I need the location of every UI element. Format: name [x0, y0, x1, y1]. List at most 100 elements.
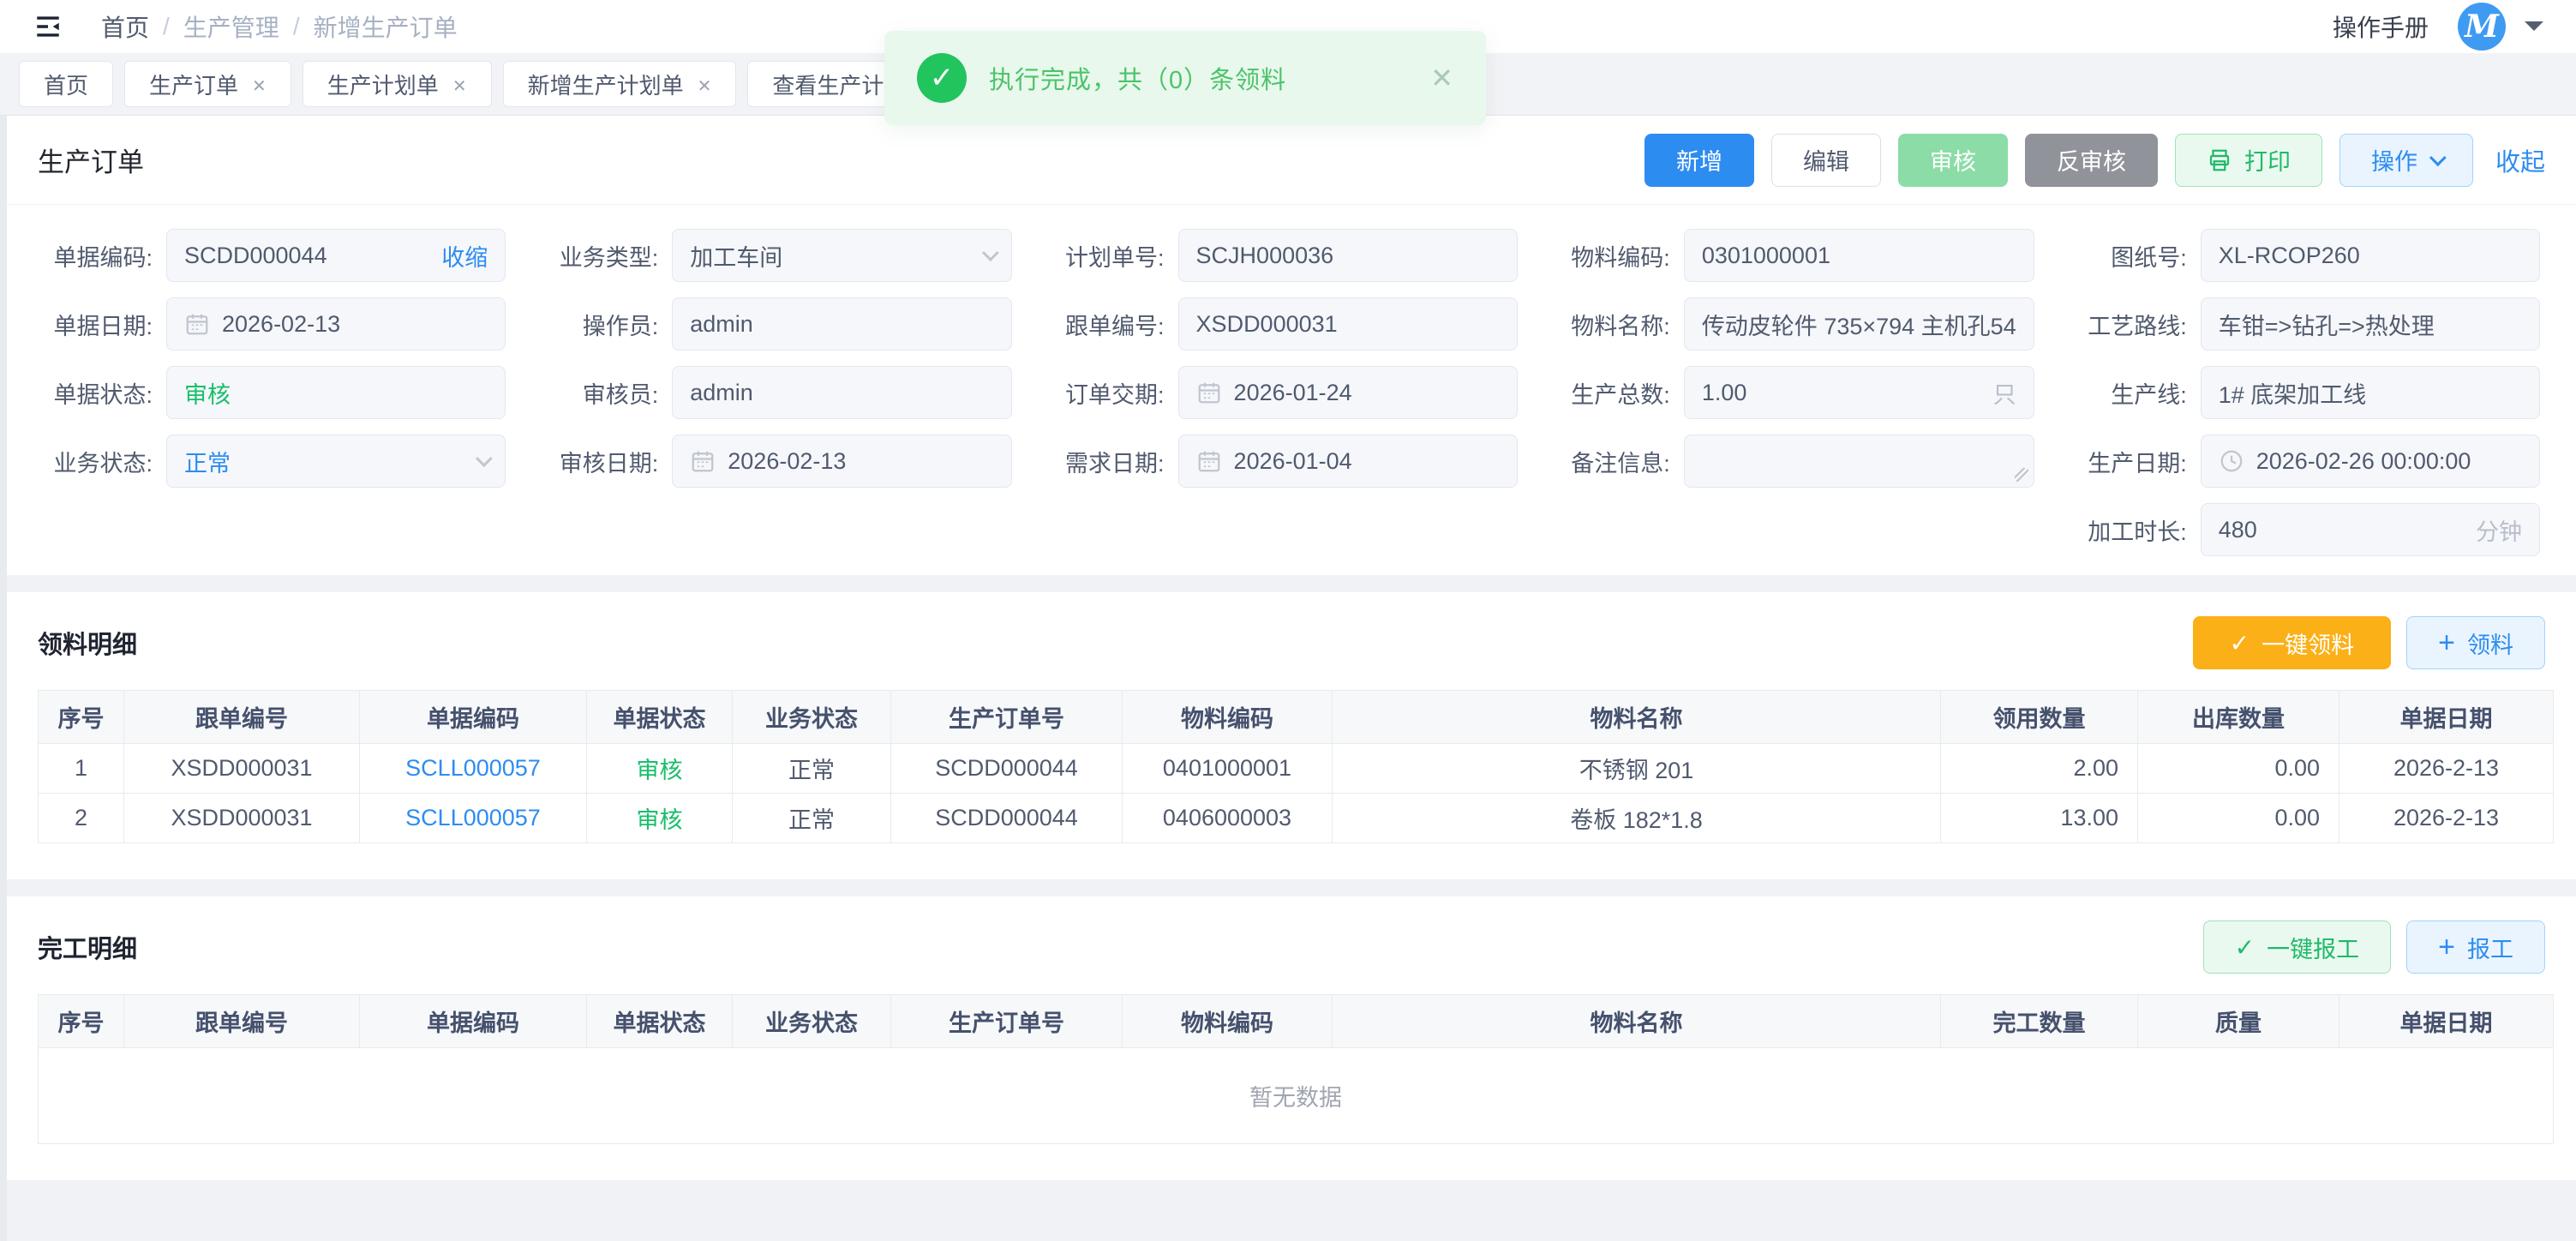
field-label: 计划单号:	[1048, 239, 1178, 273]
table-cell: 2026-2-13	[2339, 744, 2554, 794]
one-click-report-button[interactable]: 一键报工	[2203, 920, 2391, 974]
form-field-operator: 操作员:admin	[542, 294, 1011, 354]
process-route-input[interactable]: 车钳=>钻孔=>热处理	[2201, 297, 2540, 351]
order-due-date-input[interactable]: 2026-01-24	[1178, 366, 1518, 419]
print-button[interactable]: 打印	[2175, 134, 2322, 187]
auditor-input[interactable]: admin	[672, 366, 1011, 419]
edit-button[interactable]: 编辑	[1771, 134, 1881, 187]
form-field-auditor: 审核员:admin	[542, 363, 1011, 423]
audit-date-input[interactable]: 2026-02-13	[672, 435, 1011, 488]
avatar[interactable]: M	[2458, 3, 2506, 51]
collapse-field-link[interactable]: 收缩	[441, 239, 488, 273]
tab-production-order[interactable]: 生产订单	[124, 61, 291, 107]
field-label: 生产日期:	[2070, 445, 2201, 478]
close-icon[interactable]	[252, 71, 267, 98]
field-value: 2026-02-13	[222, 311, 340, 338]
actions-dropdown-button[interactable]: 操作	[2339, 134, 2473, 187]
field-value: 加工车间	[690, 239, 782, 273]
table-cell: 13.00	[1941, 794, 2138, 843]
material-code-input[interactable]: 0301000001	[1684, 229, 2034, 282]
field-value: 1.00	[1702, 380, 1747, 406]
column-header: 生产订单号	[891, 691, 1123, 744]
table-cell: XSDD000031	[124, 794, 360, 843]
unaudit-button[interactable]: 反审核	[2025, 134, 2158, 187]
field-value: 2026-01-04	[1234, 448, 1352, 475]
menu-fold-icon[interactable]	[31, 9, 65, 44]
biz-type-input[interactable]: 加工车间	[672, 229, 1011, 282]
chevron-down-icon	[476, 450, 493, 467]
column-header: 生产订单号	[891, 995, 1123, 1048]
field-label: 跟单编号:	[1048, 308, 1178, 341]
breadcrumb-item[interactable]: 首页	[101, 9, 149, 44]
material-name-input[interactable]: 传动皮轮件 735×794 主机孔54	[1684, 297, 2034, 351]
chevron-down-icon[interactable]	[2525, 21, 2543, 40]
tab-label: 生产计划单	[327, 69, 439, 100]
close-icon[interactable]	[452, 71, 467, 98]
collapse-panel-link[interactable]: 收起	[2495, 142, 2545, 178]
field-label: 单据状态:	[36, 376, 166, 410]
field-label: 图纸号:	[2070, 239, 2201, 273]
doc-status-input[interactable]: 审核	[166, 366, 506, 419]
process-duration-input[interactable]: 480分钟	[2201, 503, 2540, 556]
completion-table: 序号跟单编号单据编码单据状态业务状态生产订单号物料编码物料名称完工数量质量单据日…	[38, 994, 2554, 1144]
add-report-button[interactable]: 报工	[2406, 920, 2545, 974]
table-cell: 0406000003	[1123, 794, 1333, 843]
demand-date-input[interactable]: 2026-01-04	[1178, 435, 1518, 488]
add-button[interactable]: 新增	[1644, 134, 1754, 187]
calendar-icon	[690, 448, 716, 474]
form-field-follow-no: 跟单编号:XSDD000031	[1048, 294, 1518, 354]
operator-input[interactable]: admin	[672, 297, 1011, 351]
table-cell: 2026-2-13	[2339, 794, 2554, 843]
total-qty-input[interactable]: 1.00只	[1684, 366, 2034, 419]
field-value: 480	[2219, 517, 2257, 543]
doc-code-input[interactable]: SCDD000044 收缩	[166, 229, 506, 282]
column-header: 单据状态	[587, 691, 733, 744]
tab-production-plan[interactable]: 生产计划单	[303, 61, 492, 107]
doc-date-input[interactable]: 2026-02-13	[166, 297, 506, 351]
resize-handle-icon[interactable]	[2015, 468, 2028, 482]
printer-icon	[2207, 147, 2232, 173]
close-icon[interactable]	[1430, 62, 1453, 94]
form-field-doc-date: 单据日期: 2026-02-13	[36, 294, 506, 354]
column-header: 单据日期	[2339, 995, 2554, 1048]
field-value: 1# 底架加工线	[2219, 376, 2367, 410]
field-label: 单据日期:	[36, 308, 166, 341]
field-value: admin	[690, 311, 753, 338]
field-label: 备注信息:	[1554, 445, 1684, 478]
breadcrumb-item: 新增生产订单	[314, 9, 458, 44]
close-icon[interactable]	[698, 71, 712, 98]
field-label: 业务状态:	[36, 445, 166, 478]
form-field-biz-type: 业务类型: 加工车间	[542, 225, 1011, 285]
column-header: 物料名称	[1333, 691, 1941, 744]
table-cell: 正常	[733, 744, 891, 794]
table-cell: XSDD000031	[124, 744, 360, 794]
add-material-button[interactable]: 领料	[2406, 616, 2545, 669]
one-click-material-button[interactable]: 一键领料	[2193, 616, 2391, 669]
field-value: 2026-01-24	[1234, 380, 1352, 406]
tab-add-production-plan[interactable]: 新增生产计划单	[503, 61, 737, 107]
doc-code-link[interactable]: SCLL000057	[360, 744, 587, 794]
form-field-material-name: 物料名称:传动皮轮件 735×794 主机孔54	[1554, 294, 2034, 354]
form-field-audit-date: 审核日期:2026-02-13	[542, 431, 1011, 491]
tab-home[interactable]: 首页	[19, 61, 113, 107]
form-spacer	[542, 500, 1011, 560]
remark-input[interactable]	[1684, 435, 2034, 488]
tab-label: 首页	[44, 69, 88, 100]
follow-no-input[interactable]: XSDD000031	[1178, 297, 1518, 351]
biz-status-input[interactable]: 正常	[166, 435, 506, 488]
field-label: 业务类型:	[542, 239, 672, 273]
doc-code-link[interactable]: SCLL000057	[360, 794, 587, 843]
table-cell: 不锈钢 201	[1333, 744, 1941, 794]
drawing-no-input[interactable]: XL-RCOP260	[2201, 229, 2540, 282]
production-line-input[interactable]: 1# 底架加工线	[2201, 366, 2540, 419]
breadcrumb-item[interactable]: 生产管理	[183, 9, 279, 44]
manual-link[interactable]: 操作手册	[2333, 9, 2429, 44]
column-header: 单据状态	[587, 995, 733, 1048]
field-value: SCDD000044	[184, 243, 327, 269]
audit-button[interactable]: 审核	[1898, 134, 2008, 187]
table-cell: 审核	[587, 744, 733, 794]
table-cell: SCDD000044	[891, 794, 1123, 843]
plan-no-input[interactable]: SCJH000036	[1178, 229, 1518, 282]
material-detail-card: 领料明细 一键领料 领料 序号跟单编号单据编码单据状态业务状态生产订单号物料编码…	[7, 592, 2576, 879]
production-date-input[interactable]: 2026-02-26 00:00:00	[2201, 435, 2540, 488]
